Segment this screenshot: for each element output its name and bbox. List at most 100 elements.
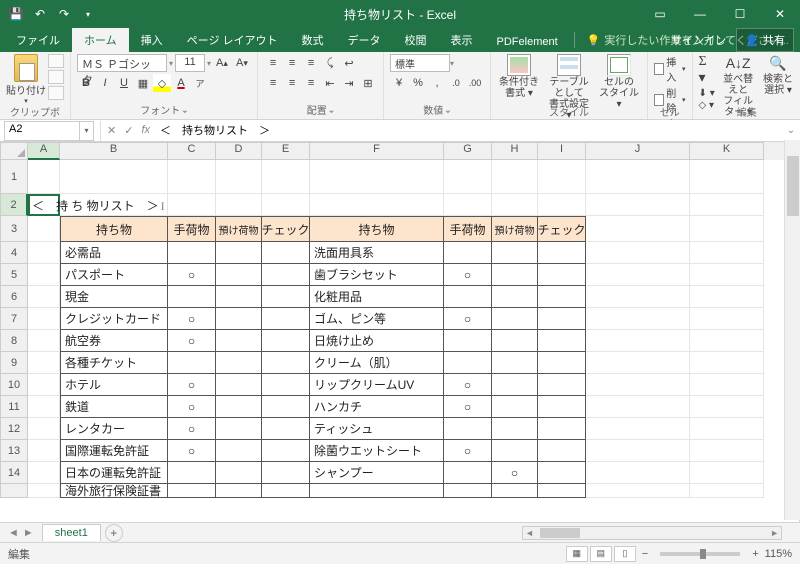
cut-button[interactable] (48, 54, 64, 68)
sheet-tab[interactable]: sheet1 (42, 524, 101, 541)
tab-review[interactable]: 校閲 (393, 28, 439, 52)
table-header[interactable]: 預け荷物 (216, 216, 262, 242)
row-header[interactable]: 1 (0, 160, 28, 194)
table-cell[interactable] (262, 352, 310, 374)
table-cell[interactable] (444, 462, 492, 484)
maximize-button[interactable]: ☐ (720, 0, 760, 28)
table-cell[interactable] (262, 440, 310, 462)
table-cell[interactable] (492, 374, 538, 396)
table-cell[interactable]: ○ (168, 396, 216, 418)
table-cell[interactable]: ○ (168, 308, 216, 330)
table-cell[interactable] (538, 330, 586, 352)
merge-button[interactable]: ⊞ (359, 74, 377, 92)
table-cell[interactable] (492, 396, 538, 418)
table-cell[interactable] (492, 330, 538, 352)
name-box[interactable]: A2 (4, 121, 80, 141)
table-cell[interactable] (538, 264, 586, 286)
table-cell[interactable]: ○ (444, 374, 492, 396)
col-header-A[interactable]: A (28, 142, 60, 160)
italic-button[interactable]: I (96, 74, 114, 92)
table-cell[interactable]: クリーム（肌） (310, 352, 444, 374)
table-cell[interactable]: 歯ブラシセット (310, 264, 444, 286)
col-header-F[interactable]: F (310, 142, 444, 160)
expand-formula-bar[interactable]: ⌄ (782, 125, 800, 136)
copy-button[interactable] (48, 70, 64, 84)
page-break-view-button[interactable]: ▯ (614, 546, 636, 562)
table-header[interactable]: チェック (262, 216, 310, 242)
table-cell[interactable] (168, 242, 216, 264)
paste-button[interactable]: 貼り付け ▾ (6, 54, 46, 105)
align-left-button[interactable]: ≡ (264, 74, 282, 92)
table-cell[interactable] (216, 396, 262, 418)
minimize-button[interactable]: — (680, 0, 720, 28)
table-cell[interactable]: 航空券 (60, 330, 168, 352)
zoom-level[interactable]: 115% (765, 548, 792, 560)
border-button[interactable]: ▦ (134, 74, 152, 92)
row-header[interactable]: 13 (0, 440, 28, 462)
table-cell[interactable] (216, 352, 262, 374)
table-cell[interactable] (492, 440, 538, 462)
table-cell[interactable] (444, 286, 492, 308)
table-cell[interactable] (492, 242, 538, 264)
align-center-button[interactable]: ≡ (283, 74, 301, 92)
table-cell[interactable]: ホテル (60, 374, 168, 396)
vertical-scrollbar[interactable] (784, 140, 800, 520)
table-cell[interactable] (216, 462, 262, 484)
number-format-select[interactable]: 標準 (390, 54, 450, 72)
table-header[interactable]: 持ち物 (310, 216, 444, 242)
tab-data[interactable]: データ (336, 28, 393, 52)
table-cell[interactable] (538, 462, 586, 484)
table-cell[interactable] (262, 374, 310, 396)
table-cell[interactable]: ○ (444, 396, 492, 418)
tab-formulas[interactable]: 数式 (290, 28, 336, 52)
decrease-decimal-button[interactable]: .00 (466, 74, 484, 92)
table-cell[interactable] (216, 418, 262, 440)
table-cell[interactable]: リップクリームUV (310, 374, 444, 396)
table-cell[interactable]: ○ (168, 374, 216, 396)
table-cell[interactable]: 洗面用具系 (310, 242, 444, 264)
col-header-D[interactable]: D (216, 142, 262, 160)
name-box-dropdown[interactable]: ▾ (80, 121, 94, 141)
table-cell[interactable] (310, 484, 444, 498)
table-cell[interactable]: レンタカー (60, 418, 168, 440)
signin-link[interactable]: サインイン (671, 32, 726, 48)
table-cell[interactable] (492, 418, 538, 440)
row-header[interactable]: 4 (0, 242, 28, 264)
conditional-format-button[interactable]: 条件付き 書式 ▾ (497, 54, 541, 99)
wrap-text-button[interactable]: ↩ (340, 54, 358, 72)
col-header-E[interactable]: E (262, 142, 310, 160)
format-painter-button[interactable] (48, 86, 64, 100)
table-cell[interactable] (168, 462, 216, 484)
table-header[interactable]: 持ち物 (60, 216, 168, 242)
table-header[interactable]: 手荷物 (444, 216, 492, 242)
orientation-button[interactable]: ⤹ (321, 54, 339, 72)
enter-formula-button[interactable]: ✓ (124, 124, 133, 137)
table-cell[interactable]: ○ (444, 308, 492, 330)
table-cell[interactable] (262, 484, 310, 498)
percent-button[interactable]: % (409, 74, 427, 92)
table-cell[interactable] (538, 374, 586, 396)
row-header[interactable]: 11 (0, 396, 28, 418)
currency-button[interactable]: ¥ (390, 74, 408, 92)
table-cell[interactable] (444, 330, 492, 352)
table-cell[interactable] (492, 286, 538, 308)
tab-home[interactable]: ホーム (72, 28, 129, 52)
table-cell[interactable] (538, 352, 586, 374)
col-header-H[interactable]: H (492, 142, 538, 160)
tab-pdfelement[interactable]: PDFelement (485, 32, 570, 52)
select-all-corner[interactable] (0, 142, 28, 160)
table-cell[interactable]: 必需品 (60, 242, 168, 264)
table-cell[interactable] (444, 352, 492, 374)
page-layout-view-button[interactable]: ▤ (590, 546, 612, 562)
row-header[interactable]: 7 (0, 308, 28, 330)
tab-page-layout[interactable]: ページ レイアウト (175, 28, 290, 52)
table-cell[interactable] (492, 352, 538, 374)
table-cell[interactable]: ○ (168, 330, 216, 352)
insert-cells-button[interactable]: 挿入▾ (654, 54, 686, 84)
table-header[interactable]: 手荷物 (168, 216, 216, 242)
table-cell[interactable] (216, 308, 262, 330)
row-header[interactable]: 8 (0, 330, 28, 352)
table-cell[interactable] (168, 484, 216, 498)
horizontal-scrollbar[interactable]: ◄ ► (522, 526, 782, 540)
font-size-select[interactable]: 11 (175, 54, 205, 72)
